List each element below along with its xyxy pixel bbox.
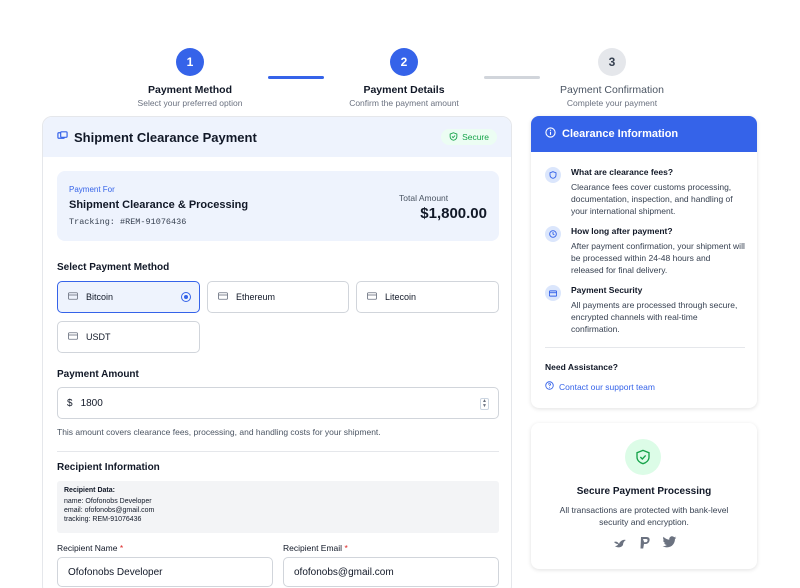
recipient-data-line: name: Ofofonobs Developer [64,498,152,505]
contact-support-link[interactable]: Contact our support team [545,381,655,392]
tracking-number: Tracking: #REM-91076436 [69,217,187,227]
divider [57,451,499,452]
credit-card-icon [68,292,78,302]
credit-card-icon [218,292,228,302]
step-subtitle: Confirm the payment amount [349,98,459,108]
credit-card-icon [545,285,561,301]
recipient-email-label-text: Recipient Email [283,543,343,553]
step-payment-method: 1 Payment Method Select your preferred o… [100,48,280,108]
recipient-name-label-text: Recipient Name [57,543,118,553]
faq-question: How long after payment? [571,226,673,236]
recipient-email-label: Recipient Email * [283,543,348,553]
recipient-data-line: tracking: REM-91076436 [64,516,142,523]
radio-selected[interactable] [181,292,191,302]
secure-processing-desc: All transactions are protected with bank… [559,505,729,527]
bird-icon [612,536,628,555]
step-number: 1 [176,48,204,76]
method-label: Ethereum [236,292,276,302]
paypal-icon [638,536,652,555]
clearance-info-title: Clearance Information [562,128,679,140]
help-circle-icon [545,381,554,392]
method-litecoin[interactable]: Litecoin [356,281,499,313]
faq-question: What are clearance fees? [571,167,674,177]
credit-card-icon [367,292,377,302]
faq-processing-time: How long after payment? After payment co… [545,226,745,276]
clearance-info-header: Clearance Information [531,116,757,152]
total-amount-label: Total Amount [399,193,449,203]
need-assistance-title: Need Assistance? [545,362,618,372]
amount-input[interactable]: $ 1800 ▲ ▼ [57,387,499,419]
method-label: Bitcoin [86,292,114,302]
method-usdt[interactable]: USDT [57,321,200,353]
number-stepper-icon[interactable]: ▲ ▼ [480,398,489,410]
required-marker: * [344,543,348,553]
step-title: Payment Details [363,84,445,96]
card-stack-icon [57,128,68,146]
payment-summary: Payment For Shipment Clearance & Process… [57,171,499,241]
shield-check-icon [625,439,661,475]
shield-icon [449,131,458,143]
progress-stepper: 1 Payment Method Select your preferred o… [0,48,800,108]
info-icon [545,127,556,141]
step-title: Payment Method [147,84,232,96]
payment-card: Shipment Clearance Payment Secure Paymen… [42,116,512,588]
method-bitcoin[interactable]: Bitcoin [57,281,200,313]
secure-badge: Secure [441,129,497,145]
payment-for-label: Payment For [69,185,115,194]
secure-processing-card: Secure Payment Processing All transactio… [531,423,757,569]
step-subtitle: Select your preferred option [137,98,243,108]
method-ethereum[interactable]: Ethereum [207,281,349,313]
required-marker: * [119,543,124,553]
payment-method-heading: Select Payment Method [57,262,170,273]
faq-answer: Clearance fees cover customs processing,… [571,182,733,216]
total-amount-value: $1,800.00 [420,205,487,222]
recipient-data-title: Recipient Data: [64,487,115,494]
credit-card-icon [68,332,78,342]
amount-help-text: This amount covers clearance fees, proce… [57,427,381,437]
currency-symbol: $ [67,397,73,409]
step-payment-confirmation: 3 Payment Confirmation Complete your pay… [522,48,702,108]
recipient-data-line: email: ofofonobs@gmail.com [64,507,155,514]
contact-support-label[interactable]: Contact our support team [559,382,655,392]
twitter-icon [662,536,677,555]
faq-clearance-fees: What are clearance fees? Clearance fees … [545,167,745,217]
faq-answer: All payments are processed through secur… [571,300,738,334]
clock-icon [545,226,561,242]
payment-brand-logos [531,536,757,555]
secure-badge-label: Secure [462,132,489,142]
step-number: 2 [390,48,418,76]
secure-processing-title: Secure Payment Processing [576,486,712,497]
method-label: USDT [86,332,111,342]
amount-value[interactable]: 1800 [81,398,103,409]
clearance-info-card: Clearance Information What are clearance… [531,116,757,408]
recipient-heading: Recipient Information [57,462,160,473]
faq-question: Payment Security [571,285,643,295]
faq-answer: After payment confirmation, your shipmen… [571,241,745,275]
method-label: Litecoin [385,292,417,302]
recipient-email-field[interactable]: ofofonobs@gmail.com [283,557,499,587]
faq-payment-security: Payment Security All payments are proces… [545,285,745,335]
recipient-name-field[interactable]: Ofofonobs Developer [57,557,273,587]
divider [545,347,745,348]
step-title: Payment Confirmation [560,84,664,96]
payment-for-title: Shipment Clearance & Processing [69,199,249,211]
recipient-name-label: Recipient Name * [57,543,123,553]
step-subtitle: Complete your payment [566,98,658,108]
recipient-data-block: Recipient Data: name: Ofofonobs Develope… [57,481,499,533]
shield-icon [545,167,561,183]
payment-amount-heading: Payment Amount [57,369,139,380]
page-title: Shipment Clearance Payment [74,129,257,145]
step-number: 3 [598,48,626,76]
step-payment-details: 2 Payment Details Confirm the payment am… [314,48,494,108]
payment-card-header: Shipment Clearance Payment Secure [43,117,511,157]
